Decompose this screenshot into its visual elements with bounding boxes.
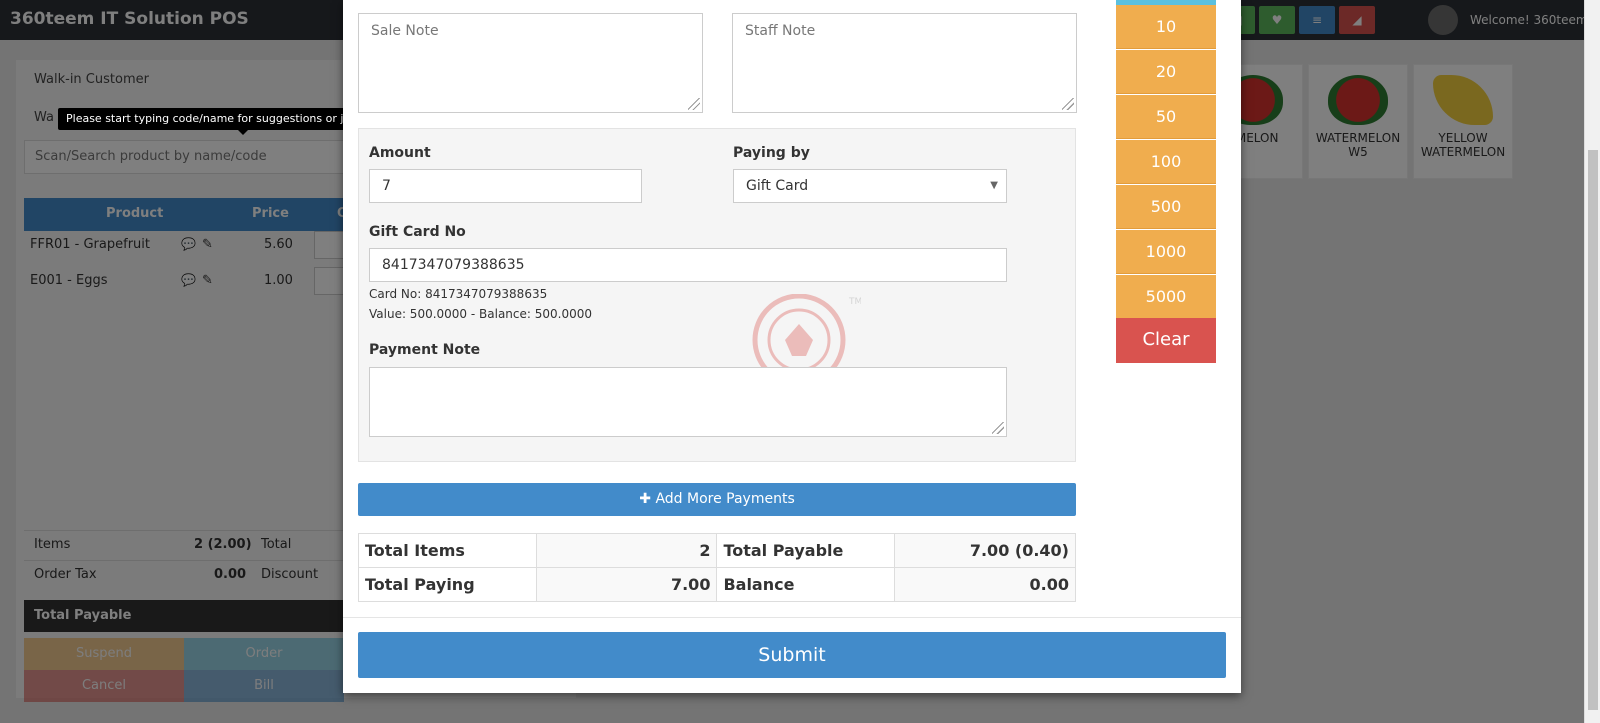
quick-cash-1000-button[interactable]: 1000 [1116, 230, 1216, 274]
total-items-label: Total Items [358, 533, 537, 568]
submit-button[interactable]: Submit [358, 632, 1226, 678]
scrollbar-thumb[interactable] [1588, 150, 1598, 710]
resize-handle-icon[interactable] [1062, 98, 1074, 110]
resize-handle-icon[interactable] [688, 98, 700, 110]
plus-icon: ✚ [639, 491, 651, 507]
resize-handle-icon[interactable] [992, 422, 1004, 434]
table-row: Total Paying 7.00 Balance 0.00 [358, 567, 1076, 602]
payment-note-label: Payment Note [369, 342, 481, 358]
page-scrollbar[interactable] [1584, 0, 1600, 723]
modal-footer-divider [343, 617, 1241, 618]
amount-label: Amount [369, 145, 431, 161]
chevron-down-icon: ▼ [990, 180, 998, 191]
payment-note-textarea[interactable] [369, 367, 1007, 437]
total-payable-value: 7.00 (0.40) [894, 533, 1076, 568]
quick-cash-20-button[interactable]: 20 [1116, 50, 1216, 94]
svg-text:TM: TM [848, 297, 861, 307]
quick-cash-5000-button[interactable]: 5000 [1116, 275, 1216, 319]
add-more-payments-button[interactable]: ✚ Add More Payments [358, 483, 1076, 516]
quick-cash-10-button[interactable]: 10 [1116, 5, 1216, 49]
total-items-value: 2 [535, 533, 718, 568]
payment-panel: Amount 7 Paying by Gift Card ▼ Gift Card… [358, 128, 1076, 462]
paying-by-label: Paying by [733, 145, 810, 161]
balance-label: Balance [716, 567, 896, 602]
gift-card-label: Gift Card No [369, 224, 466, 240]
gift-card-input[interactable]: 8417347079388635 [369, 248, 1007, 282]
amount-input[interactable]: 7 [369, 169, 642, 203]
quick-cash-500-button[interactable]: 500 [1116, 185, 1216, 229]
sale-note-placeholder: Sale Note [371, 23, 439, 39]
add-more-payments-label: Add More Payments [655, 491, 795, 507]
quick-cash-100-button[interactable]: 100 [1116, 140, 1216, 184]
paying-by-select[interactable]: Gift Card ▼ [733, 169, 1007, 203]
table-row: Total Items 2 Total Payable 7.00 (0.40) [358, 533, 1076, 568]
quick-cash-clear-button[interactable]: Clear [1116, 318, 1216, 363]
total-paying-label: Total Paying [358, 567, 537, 602]
payment-summary-table: Total Items 2 Total Payable 7.00 (0.40) … [358, 533, 1076, 602]
sale-note-textarea[interactable]: Sale Note [358, 13, 703, 113]
staff-note-textarea[interactable]: Staff Note [732, 13, 1077, 113]
paying-by-value: Gift Card [746, 178, 809, 194]
quick-cash-50-button[interactable]: 50 [1116, 95, 1216, 139]
card-value-balance-text: Value: 500.0000 - Balance: 500.0000 [369, 307, 593, 321]
payment-modal: Sale Note Staff Note Amount 7 Paying by … [343, 0, 1241, 693]
total-payable-label: Total Payable [716, 533, 896, 568]
card-no-text: Card No: 8417347079388635 [369, 287, 548, 301]
balance-value: 0.00 [894, 567, 1076, 602]
staff-note-placeholder: Staff Note [745, 23, 816, 39]
total-paying-value: 7.00 [535, 567, 718, 602]
